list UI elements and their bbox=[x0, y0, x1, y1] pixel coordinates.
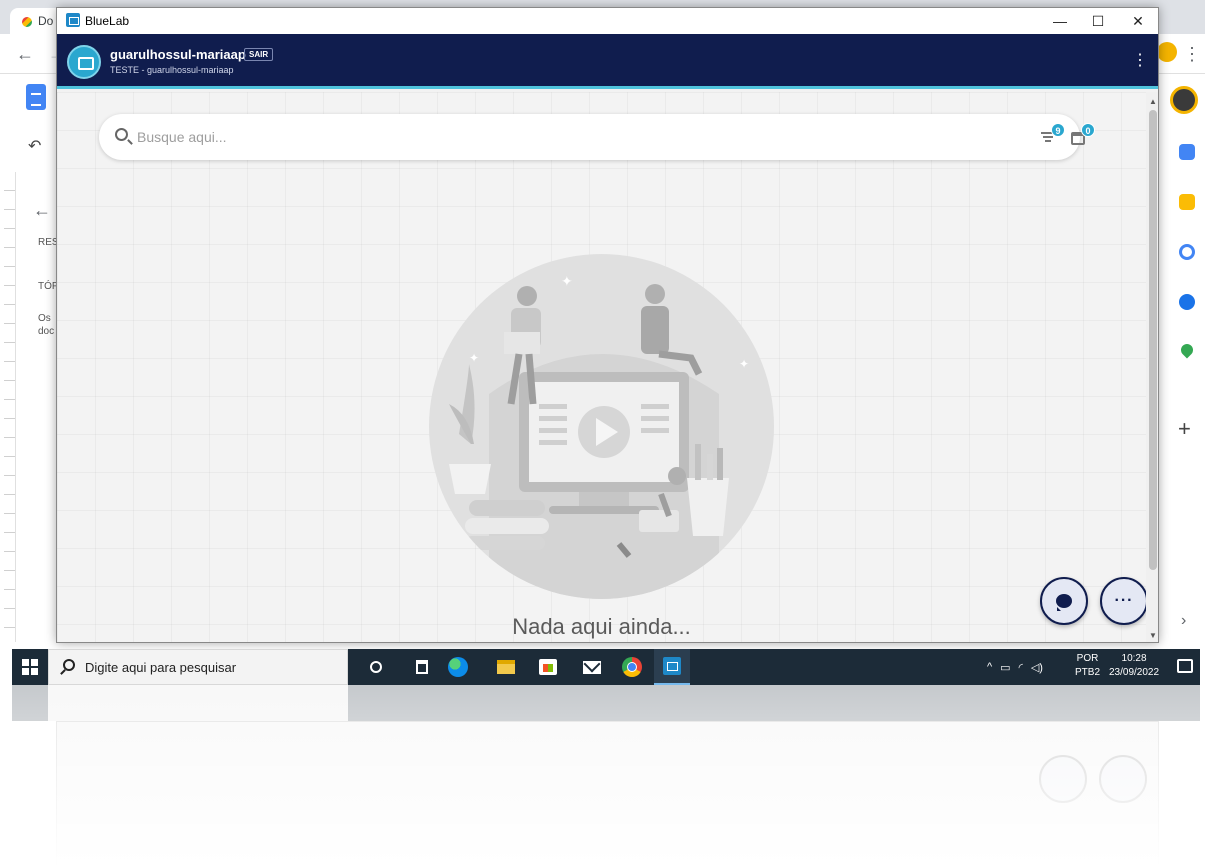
scroll-down-arrow-icon[interactable]: ▼ bbox=[1149, 631, 1157, 640]
bluelab-logo-icon bbox=[67, 45, 101, 79]
main-content: 9 0 bbox=[57, 92, 1148, 642]
chat-bubble-icon bbox=[1056, 594, 1072, 611]
search-input[interactable] bbox=[137, 126, 737, 148]
clock-date: 23/09/2022 bbox=[1109, 667, 1160, 678]
bluelab-window: BlueLab — ☐ ✕ guarulhossul-mariaap SAIR … bbox=[56, 7, 1159, 643]
edge-icon bbox=[448, 657, 468, 677]
input-language-indicator[interactable]: POR PTB2 bbox=[1075, 652, 1100, 680]
windows-logo-icon bbox=[22, 659, 38, 675]
drive-favicon-icon bbox=[22, 17, 32, 27]
docs-logo-icon[interactable] bbox=[26, 84, 46, 110]
tasks-icon[interactable] bbox=[1179, 244, 1195, 260]
more-dots-icon: ··· bbox=[1114, 592, 1134, 609]
more-actions-button[interactable]: ··· bbox=[1100, 577, 1148, 625]
docs-vertical-ruler bbox=[4, 172, 16, 642]
notifications-icon[interactable] bbox=[1177, 659, 1193, 673]
header-subtitle: TESTE - guarulhossul-mariaap bbox=[110, 65, 234, 75]
window-titlebar[interactable]: BlueLab — ☐ ✕ bbox=[57, 8, 1158, 34]
edge-taskbar-button[interactable] bbox=[440, 649, 476, 685]
wifi-icon[interactable]: ◜ bbox=[1019, 661, 1023, 674]
outline-back-icon[interactable]: ← bbox=[33, 200, 51, 221]
chat-button[interactable] bbox=[1040, 577, 1088, 625]
search-icon bbox=[115, 128, 128, 141]
browser-back-icon[interactable]: ← bbox=[16, 44, 34, 65]
docs-body-text: Os bbox=[38, 313, 51, 324]
reflection-mirror bbox=[0, 685, 1205, 867]
clock-time: 10:28 bbox=[1121, 653, 1147, 664]
windows-taskbar: Digite aqui para pesquisar ^ ▭ ◜ ◁) POR … bbox=[12, 649, 1200, 685]
bluelab-taskbar-button[interactable] bbox=[654, 649, 690, 685]
search-icon bbox=[63, 659, 75, 671]
close-button[interactable]: ✕ bbox=[1118, 8, 1158, 34]
vertical-scrollbar[interactable]: ▲ ▼ bbox=[1146, 92, 1158, 642]
reflection-search bbox=[48, 685, 348, 721]
language-code: POR bbox=[1076, 653, 1099, 664]
more-options-icon[interactable]: ⋮ bbox=[1132, 53, 1148, 69]
start-button[interactable] bbox=[12, 649, 48, 685]
filter-count-badge: 9 bbox=[1051, 123, 1065, 137]
task-view-button[interactable] bbox=[404, 649, 440, 685]
folder-icon bbox=[497, 660, 515, 674]
svg-text:✦: ✦ bbox=[739, 357, 749, 371]
calendar-icon[interactable] bbox=[1179, 144, 1195, 160]
chrome-taskbar-button[interactable] bbox=[614, 649, 650, 685]
browser-tab-title: Do bbox=[38, 14, 54, 28]
battery-icon[interactable]: ▭ bbox=[1000, 661, 1010, 674]
keep-icon[interactable] bbox=[1179, 194, 1195, 210]
scroll-up-arrow-icon[interactable]: ▲ bbox=[1149, 97, 1157, 106]
mail-icon bbox=[583, 660, 601, 674]
undo-icon[interactable]: ↶ bbox=[28, 136, 41, 156]
reflection-window bbox=[56, 721, 1159, 867]
add-addon-icon[interactable]: + bbox=[1178, 416, 1191, 442]
bluelab-app-icon bbox=[66, 13, 80, 27]
clock[interactable]: 10:28 23/09/2022 bbox=[1109, 652, 1159, 680]
online-learning-illustration-icon: ✦ ✦ ✦ bbox=[449, 274, 749, 599]
scroll-thumb[interactable] bbox=[1149, 110, 1157, 570]
keyboard-layout: PTB2 bbox=[1075, 667, 1101, 678]
maps-icon[interactable] bbox=[1178, 341, 1196, 359]
minimize-button[interactable]: — bbox=[1040, 8, 1080, 34]
taskbar-search-placeholder: Digite aqui para pesquisar bbox=[85, 660, 237, 675]
app-header: guarulhossul-mariaap SAIR TESTE - guarul… bbox=[57, 34, 1158, 89]
screen-reflection bbox=[0, 685, 1205, 867]
file-explorer-taskbar-button[interactable] bbox=[488, 649, 524, 685]
username: guarulhossul-mariaap bbox=[110, 47, 246, 62]
docs-body-text: doc bbox=[38, 326, 55, 337]
contacts-icon[interactable] bbox=[1179, 294, 1195, 310]
store-icon bbox=[539, 659, 557, 675]
reflection-fade bbox=[0, 685, 1205, 867]
mail-taskbar-button[interactable] bbox=[574, 649, 610, 685]
reflection-taskbar bbox=[12, 685, 1200, 721]
cortana-button[interactable] bbox=[358, 649, 394, 685]
task-view-icon bbox=[416, 660, 428, 674]
window-title: BlueLab bbox=[85, 14, 130, 28]
system-tray: ^ ▭ ◜ ◁) bbox=[987, 649, 1043, 685]
svg-text:✦: ✦ bbox=[469, 351, 479, 365]
svg-text:✦: ✦ bbox=[561, 274, 573, 290]
empty-state-illustration: ✦ ✦ ✦ bbox=[429, 254, 774, 599]
store-taskbar-button[interactable] bbox=[530, 649, 566, 685]
expand-panel-icon[interactable]: › bbox=[1181, 612, 1186, 630]
volume-icon[interactable]: ◁) bbox=[1031, 661, 1043, 674]
reflection-chat-button bbox=[1039, 755, 1087, 803]
chrome-icon bbox=[622, 657, 642, 677]
maximize-button[interactable]: ☐ bbox=[1078, 8, 1118, 34]
empty-state-message: Nada aqui ainda... bbox=[512, 614, 691, 639]
tray-overflow-icon[interactable]: ^ bbox=[987, 661, 992, 673]
browser-profile-avatar[interactable] bbox=[1157, 42, 1177, 62]
screen: Do ← → ⋮ ↶ ← RES TÓP Os doc + › BlueLab … bbox=[0, 0, 1205, 867]
reflection-more-button bbox=[1099, 755, 1147, 803]
logout-button[interactable]: SAIR bbox=[244, 48, 274, 61]
bluelab-icon bbox=[663, 657, 681, 675]
cortana-icon bbox=[370, 661, 382, 673]
taskbar-search-box[interactable]: Digite aqui para pesquisar bbox=[48, 649, 348, 685]
account-avatar[interactable] bbox=[1170, 86, 1198, 114]
search-bar: 9 0 bbox=[99, 114, 1095, 160]
calendar-count-badge: 0 bbox=[1081, 123, 1095, 137]
browser-menu-icon[interactable]: ⋮ bbox=[1183, 44, 1201, 65]
